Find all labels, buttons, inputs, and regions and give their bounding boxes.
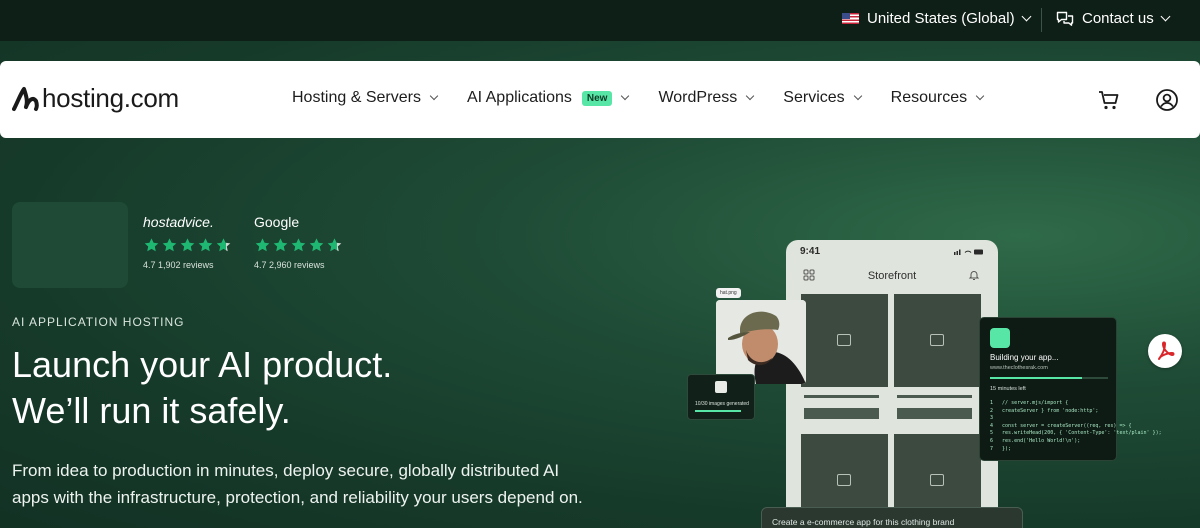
- hostadvice-logo: hostadvice.: [143, 214, 214, 230]
- build-title: Building your app...: [990, 353, 1059, 362]
- build-status-card: Building your app... www.theclothesrak.c…: [979, 317, 1162, 461]
- nav-item-label: Services: [783, 89, 845, 106]
- text-placeholder: [897, 395, 972, 398]
- man-in-cap-image: [716, 300, 806, 384]
- pdf-extension-button[interactable]: [1148, 334, 1182, 368]
- nav-item-label: AI Applications: [466, 89, 572, 106]
- rating-placeholder-image: [12, 202, 128, 288]
- image-icon: [930, 474, 944, 486]
- text-placeholder: [804, 395, 879, 398]
- contact-label: Contact us: [1082, 10, 1154, 27]
- product-tile: [801, 294, 888, 387]
- region-label: United States (Global): [867, 10, 1015, 27]
- chevron-down-icon: [621, 91, 630, 101]
- cart-icon[interactable]: [1097, 88, 1121, 112]
- review-count: 4.7 2,960 reviews: [254, 260, 325, 270]
- generation-progress: [695, 410, 741, 412]
- star-icon: [216, 238, 231, 252]
- nav-item-resources[interactable]: Resources: [890, 89, 985, 107]
- build-progress-fill: [990, 377, 1083, 379]
- utility-bar: United States (Global) Contact us: [0, 0, 1200, 41]
- account-icon[interactable]: [1155, 88, 1179, 112]
- star-rating: [254, 237, 343, 254]
- nav-item-ai-applications[interactable]: AI Applications New: [466, 89, 630, 107]
- google-rating: Google 4.7 2,960 reviews: [254, 214, 343, 270]
- divider: [1041, 8, 1042, 32]
- photo-filename-tag: hat.png: [716, 288, 741, 298]
- star-rating: [143, 237, 232, 254]
- main-nav: hosting.com Hosting & Servers AI Applica…: [0, 61, 1200, 138]
- star-icon: [255, 238, 270, 252]
- hostadvice-rating: hostadvice. 4.7 1,902 reviews: [143, 214, 232, 270]
- storefront-title: Storefront: [867, 270, 917, 282]
- star-icon: [291, 238, 306, 252]
- us-flag-icon: [842, 13, 859, 24]
- headline-line: Launch your AI product.: [12, 344, 393, 385]
- review-count: 4.7 1,902 reviews: [143, 260, 214, 270]
- image-icon: [837, 334, 851, 346]
- nav-item-services[interactable]: Services: [783, 89, 862, 107]
- star-icon: [198, 238, 213, 252]
- phone-status-icons: [954, 249, 983, 255]
- chevron-down-icon: [853, 91, 862, 101]
- hero-eyebrow: AI APPLICATION HOSTING: [12, 315, 185, 329]
- star-icon: [273, 238, 288, 252]
- model-photo: [716, 300, 806, 384]
- hosting-logo-icon: [12, 86, 39, 111]
- nav-item-wordpress[interactable]: WordPress: [658, 89, 755, 107]
- chat-icon: [1056, 11, 1074, 26]
- nav-item-label: Resources: [890, 89, 968, 106]
- prompt-input: Create a e-commerce app for this clothin…: [761, 507, 1023, 528]
- code-snippet: 1 // server.mjs/import { 2 createServer …: [990, 400, 1162, 452]
- image-icon: [837, 474, 851, 486]
- nav-item-hosting-servers[interactable]: Hosting & Servers: [292, 89, 439, 107]
- nav-item-label: WordPress: [658, 89, 738, 106]
- build-progress: [990, 377, 1108, 379]
- chevron-down-icon: [1021, 11, 1032, 22]
- hero-headline: Launch your AI product. We’ll run it saf…: [12, 342, 392, 434]
- bell-icon: [968, 271, 980, 280]
- star-icon: [309, 238, 324, 252]
- button-placeholder: [897, 408, 972, 419]
- chevron-down-icon: [975, 91, 985, 101]
- star-icon: [162, 238, 177, 252]
- nav-item-label: Hosting & Servers: [292, 89, 421, 106]
- image-generation-card: 10/30 images generated: [687, 374, 755, 420]
- region-selector[interactable]: United States (Global): [842, 10, 1032, 27]
- image-icon: [715, 381, 727, 393]
- headline-line: We’ll run it safely.: [12, 390, 291, 431]
- google-logo: Google: [254, 214, 300, 230]
- nav-menu: Hosting & Servers AI Applications New Wo…: [292, 89, 1013, 107]
- image-icon: [930, 334, 944, 346]
- chevron-down-icon: [746, 91, 755, 101]
- hero-subtext: From idea to production in minutes, depl…: [12, 461, 583, 507]
- generation-status: 10/30 images generated: [695, 401, 749, 407]
- pdf-icon: [1158, 341, 1175, 360]
- star-icon: [180, 238, 195, 252]
- chevron-down-icon: [429, 91, 439, 101]
- build-url: www.theclothesrak.com: [990, 365, 1048, 371]
- chevron-down-icon: [1160, 11, 1171, 22]
- app-build-icon: [990, 328, 1010, 348]
- star-icon: [144, 238, 159, 252]
- phone-time: 9:41: [800, 246, 821, 257]
- phone-mockup: 9:41 Storefront: [786, 240, 998, 528]
- button-placeholder: [804, 408, 879, 419]
- product-tile: [894, 294, 981, 387]
- new-badge: New: [581, 90, 613, 106]
- logo-text: hosting.com: [42, 83, 179, 113]
- build-eta: 15 minutes left: [990, 386, 1026, 392]
- logo[interactable]: hosting.com: [12, 83, 179, 114]
- star-icon: [327, 238, 342, 252]
- contact-us-link[interactable]: Contact us: [1056, 10, 1171, 27]
